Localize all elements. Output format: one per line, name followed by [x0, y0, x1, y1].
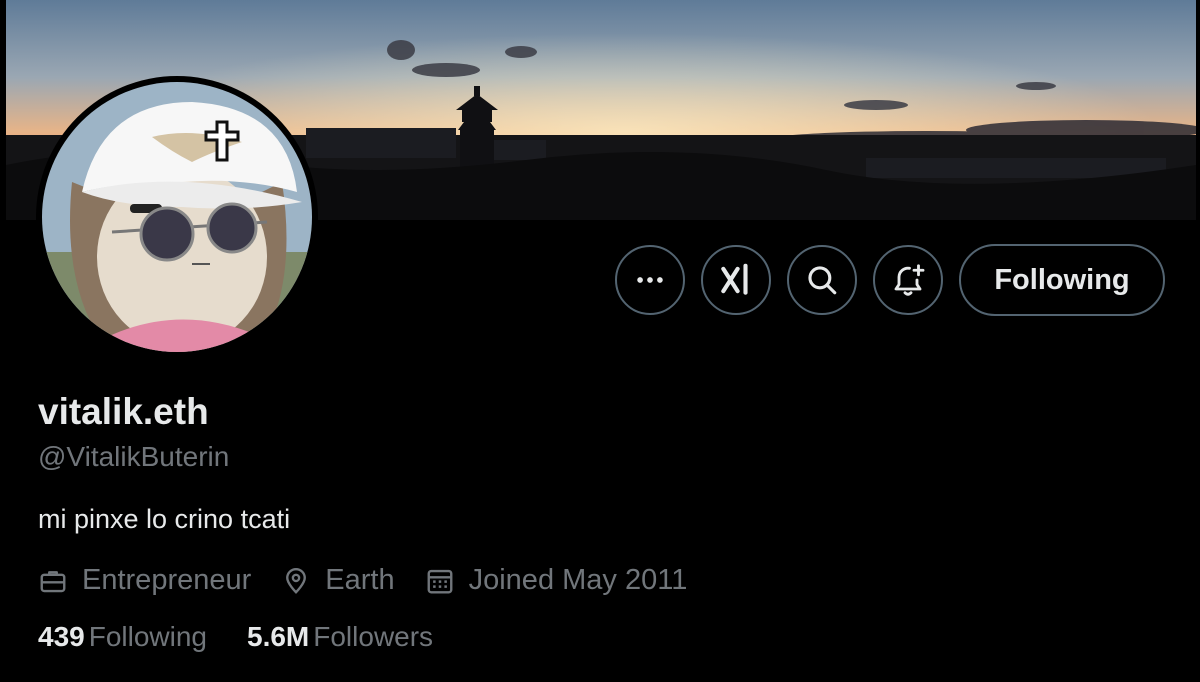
profile-stats: 439 Following 5.6M Followers: [38, 621, 717, 653]
more-button[interactable]: [615, 245, 685, 315]
search-icon: [808, 266, 837, 295]
profile-meta: Entrepreneur Earth Joined May 2011: [38, 564, 717, 597]
grok-button[interactable]: [701, 245, 771, 315]
briefcase-icon: [40, 570, 66, 592]
location-label: Earth: [325, 564, 395, 596]
profile-bio: mi pinxe lo crino tcati: [38, 504, 291, 534]
user-handle: @VitalikButerin: [38, 441, 230, 472]
grok-icon: [721, 263, 748, 295]
joined-item: Joined May 2011: [425, 564, 688, 597]
following-count: 439: [38, 621, 85, 652]
calendar-icon: [427, 569, 453, 593]
followers-count: 5.6M: [247, 621, 310, 652]
location-item: Earth: [281, 564, 395, 597]
search-button[interactable]: [787, 245, 857, 315]
followers-label: Followers: [313, 621, 434, 652]
location-pin-icon: [286, 567, 307, 594]
profile-actions: Following: [615, 244, 1165, 316]
more-dots-icon: [637, 277, 663, 283]
following-button[interactable]: Following: [959, 244, 1165, 316]
profile-avatar[interactable]: [36, 76, 318, 358]
followers-link[interactable]: 5.6M Followers: [247, 621, 433, 653]
profession-item: Entrepreneur: [38, 564, 251, 597]
following-label: Following: [88, 621, 207, 652]
display-name: vitalik.eth: [38, 391, 209, 432]
bell-plus-icon: [894, 264, 925, 296]
joined-label: Joined May 2011: [468, 564, 688, 596]
following-link[interactable]: 439 Following: [38, 621, 207, 653]
profile-info: vitalik.eth @VitalikButerin mi pinxe lo …: [38, 388, 717, 653]
notifications-button[interactable]: [873, 245, 943, 315]
profession-label: Entrepreneur: [82, 564, 252, 596]
